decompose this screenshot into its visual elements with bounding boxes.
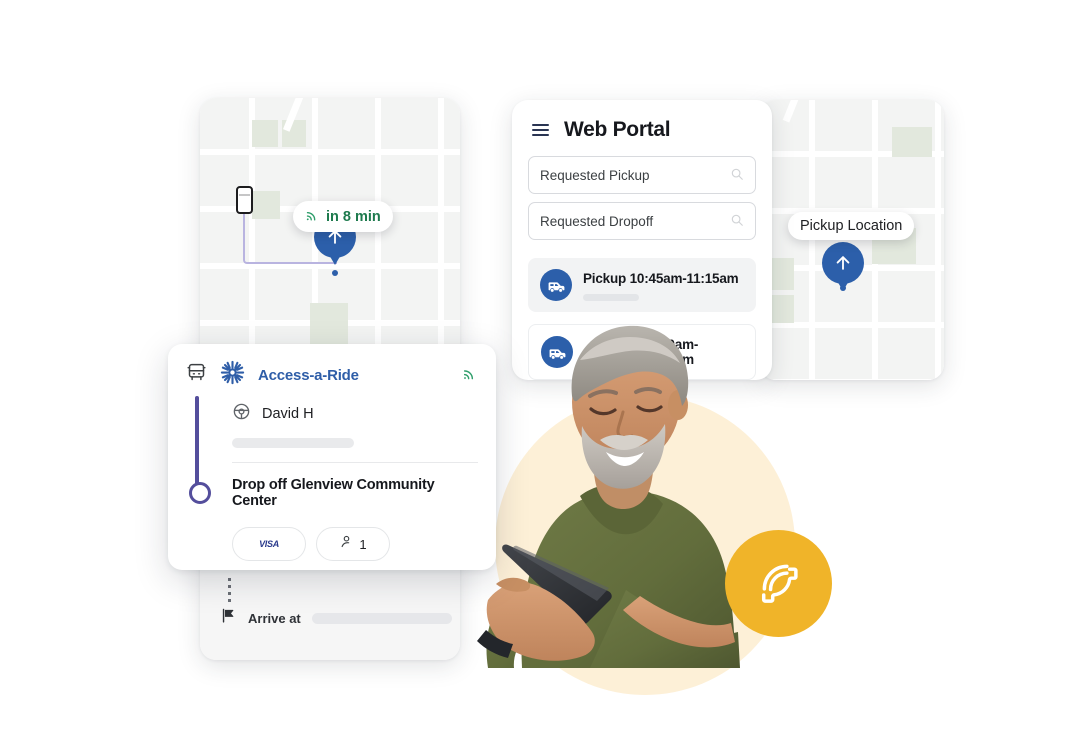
sunburst-logo-icon [220, 360, 245, 390]
divider [232, 462, 478, 463]
driver-name: David H [262, 406, 314, 422]
right-map[interactable]: Pickup Location [760, 100, 944, 380]
driver-row: David H [232, 390, 478, 426]
requested-pickup-value: Requested Pickup [540, 167, 650, 183]
payment-method-chip[interactable]: VISA [232, 527, 306, 561]
passenger-count-chip[interactable]: 1 [316, 527, 390, 561]
visa-card-icon: VISA [259, 539, 279, 549]
access-a-ride-card: Access-a-Ride David H Drop off Glenview … [168, 344, 496, 570]
left-map[interactable]: in 8 min [200, 98, 460, 358]
person-icon [339, 534, 354, 554]
route-endpoint-dot [189, 482, 211, 504]
map-park-block [892, 127, 932, 157]
van-icon [540, 269, 572, 301]
page-title: Web Portal [564, 118, 671, 141]
portal-header: Web Portal [512, 100, 772, 148]
call-button[interactable] [725, 530, 832, 637]
ride-card-header: Access-a-Ride [168, 344, 496, 390]
signal-icon [462, 365, 478, 386]
requested-dropoff-input[interactable]: Requested Dropoff [528, 202, 756, 240]
eta-label: in 8 min [326, 208, 381, 225]
dropoff-label: Drop off Glenview Community Center [232, 477, 435, 509]
pin-anchor-dot [332, 270, 338, 276]
passenger-count: 1 [359, 536, 367, 552]
hamburger-menu-icon[interactable] [532, 124, 549, 136]
brand-label: Access-a-Ride [258, 366, 359, 384]
phone-call-icon [752, 554, 806, 613]
pickup-location-label: Pickup Location [800, 218, 903, 234]
map-park-block [252, 120, 278, 147]
flag-icon [220, 607, 237, 629]
vehicle-marker-icon [236, 186, 253, 214]
arrive-at-row: Arrive at [220, 607, 452, 629]
pickup-location-card: Pickup Location [760, 100, 944, 380]
arrive-at-label: Arrive at [248, 610, 301, 626]
bus-front-icon [186, 362, 207, 388]
route-track-line [195, 396, 199, 486]
pickup-location-chip: Pickup Location [788, 212, 915, 240]
trip-text-group: Pickup 10:45am-11:15am [583, 270, 739, 301]
search-icon[interactable] [730, 213, 744, 230]
arrow-up-pin-icon[interactable] [822, 242, 864, 291]
search-icon[interactable] [730, 167, 744, 184]
steering-wheel-icon [232, 402, 251, 426]
driver-detail-placeholder-bar [232, 438, 354, 448]
requested-dropoff-value: Requested Dropoff [540, 213, 654, 229]
composition-stage: in 8 min Arrive at Pickup Location Web P… [0, 0, 1070, 732]
ride-card-body: David H Drop off Glenview Community Cent… [168, 390, 496, 561]
trip-title: Pickup 10:45am-11:15am [583, 270, 739, 286]
route-dotted-connector [228, 578, 231, 604]
signal-icon [305, 207, 320, 226]
requested-pickup-input[interactable]: Requested Pickup [528, 156, 756, 194]
ride-meta-chips: VISA 1 [232, 527, 478, 561]
pin-anchor-dot [840, 285, 846, 291]
